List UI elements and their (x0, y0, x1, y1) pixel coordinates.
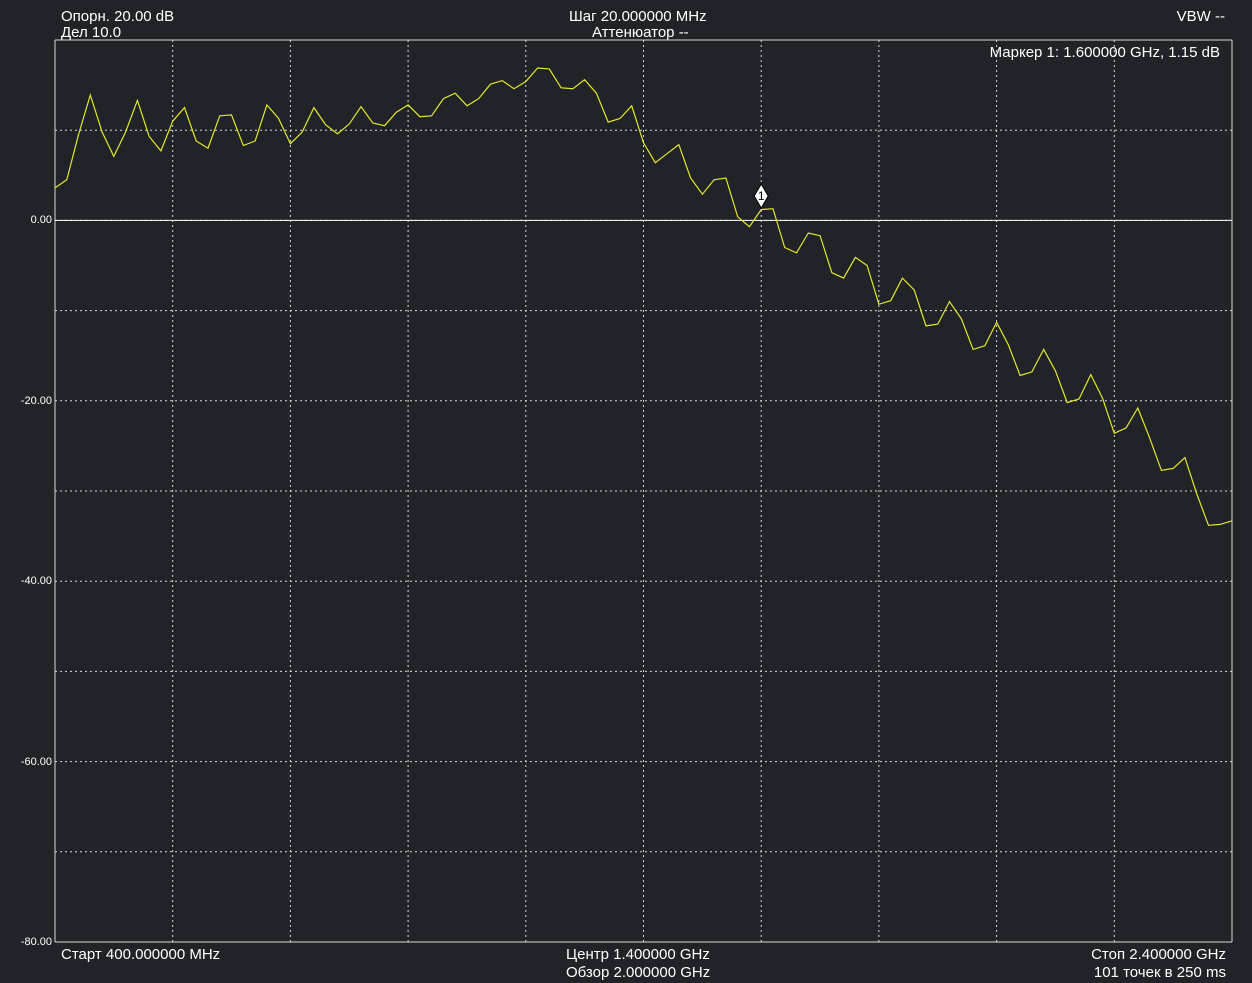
grid (54, 39, 1233, 943)
y-tick-label: -40.00 (20, 575, 52, 588)
y-tick-label: -80.00 (20, 936, 52, 948)
y-tick-label: -20.00 (20, 394, 52, 407)
spectrum-plot[interactable]: 1 (0, 0, 1252, 983)
y-tick-label: 0.00 (30, 214, 52, 227)
points-sweep-label: 101 точек в 250 ms (1093, 964, 1226, 981)
marker-number: 1 (758, 189, 765, 203)
span-label: Обзор 2.000000 GHz (566, 964, 711, 981)
start-freq-label: Старт 400.000000 MHz (61, 946, 221, 963)
marker-readout: Маркер 1: 1.600000 GHz, 1.15 dB (989, 44, 1220, 61)
center-freq-label: Центр 1.400000 GHz (566, 946, 710, 963)
stop-freq-label: Стоп 2.400000 GHz (1091, 946, 1226, 963)
y-tick-label: -60.00 (20, 755, 52, 768)
marker-1[interactable]: 1 (753, 183, 769, 210)
